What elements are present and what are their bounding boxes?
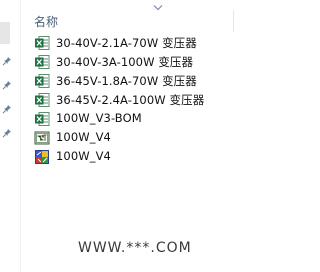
file-name: 100W_V4 xyxy=(56,149,111,163)
watermark-text: WWW.***.COM xyxy=(78,240,192,256)
file-row[interactable]: 100W_V4 xyxy=(21,148,248,166)
excel-file-icon xyxy=(35,55,50,69)
excel-file-icon xyxy=(35,112,50,126)
file-name: 36-45V-2.4A-100W 变压器 xyxy=(56,93,205,107)
file-name: 100W_V4 xyxy=(56,130,111,144)
file-name: 30-40V-2.1A-70W 变压器 xyxy=(56,36,197,50)
file-row[interactable]: 36-45V-1.8A-70W 变压器 xyxy=(21,72,248,90)
excel-file-icon xyxy=(35,36,50,50)
file-row[interactable]: 30-40V-3A-100W 变压器 xyxy=(21,53,248,71)
file-row[interactable]: 100W_V3-BOM xyxy=(21,110,248,128)
file-row[interactable]: 100W_V4 xyxy=(21,129,248,147)
quick-access-scrollbar[interactable] xyxy=(0,22,10,44)
file-list: 30-40V-2.1A-70W 变压器 30-40V-3A-100W 变压器 3… xyxy=(21,34,248,167)
name-column-header[interactable]: 名称 xyxy=(21,8,248,34)
schematic-file-icon xyxy=(34,131,50,145)
file-row[interactable]: 36-45V-2.4A-100W 变压器 xyxy=(21,91,248,109)
name-column-label: 名称 xyxy=(34,15,59,29)
excel-file-icon xyxy=(35,74,50,88)
file-row[interactable]: 30-40V-2.1A-70W 变压器 xyxy=(21,34,248,52)
file-name: 36-45V-1.8A-70W 变压器 xyxy=(56,74,197,88)
quick-access-pane xyxy=(0,0,14,272)
column-resize-handle[interactable] xyxy=(233,10,234,32)
pcb-file-icon xyxy=(35,150,49,164)
pin-icon[interactable] xyxy=(2,56,12,66)
pin-icon[interactable] xyxy=(2,80,12,90)
pin-icon[interactable] xyxy=(2,104,12,114)
file-name: 30-40V-3A-100W 变压器 xyxy=(56,55,194,69)
pin-icon[interactable] xyxy=(2,128,12,138)
file-name: 100W_V3-BOM xyxy=(56,111,142,125)
excel-file-icon xyxy=(35,93,50,107)
